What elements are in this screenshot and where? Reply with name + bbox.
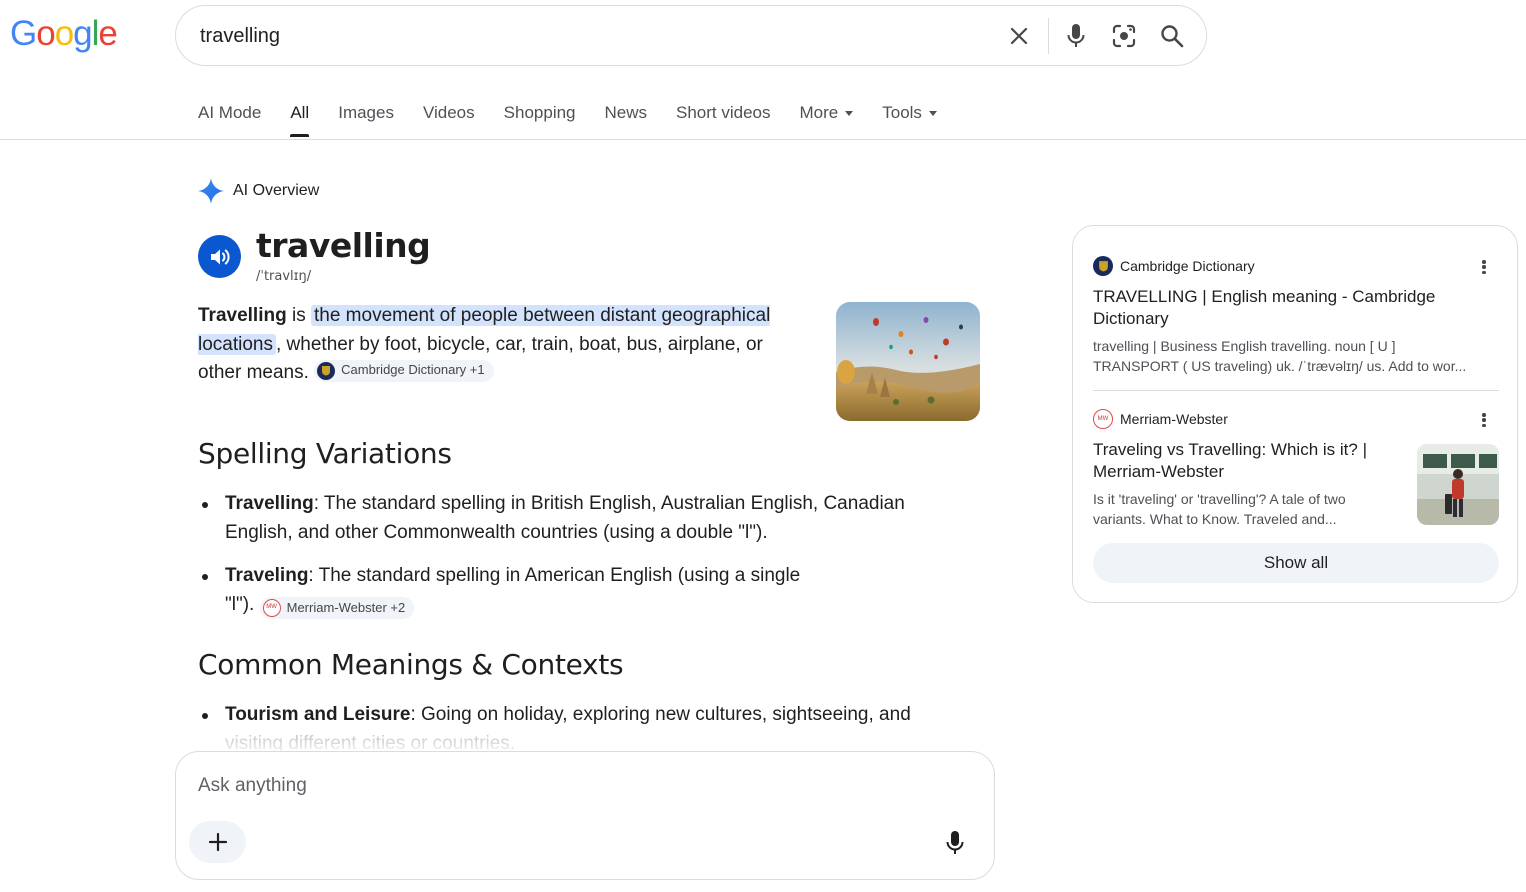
caret-down-icon: [845, 111, 854, 117]
citation-label: Merriam-Webster +2: [286, 600, 406, 615]
list-item-text: : The standard spelling in British Engli…: [225, 493, 905, 543]
list-item: Travelling: The standard spelling in Bri…: [198, 489, 938, 547]
camera-lens-icon[interactable]: [1110, 22, 1138, 50]
ask-input[interactable]: [198, 775, 898, 797]
caret-down-icon: [928, 111, 937, 117]
citation-chip-cambridge[interactable]: Cambridge Dictionary +1: [314, 359, 494, 382]
ask-anything-box: [175, 751, 995, 880]
citation-label: Cambridge Dictionary +1: [341, 362, 485, 378]
logo-letter: e: [98, 14, 117, 53]
tab-short-videos[interactable]: Short videos: [676, 103, 771, 137]
tab-shopping[interactable]: Shopping: [504, 103, 576, 137]
ai-overview-title: AI Overview: [233, 182, 320, 199]
source-snippet: variants. What to Know. Traveled and...: [1093, 511, 1337, 527]
list-item: Tourism and Leisure: Going on holiday, e…: [198, 700, 938, 758]
search-tabs: AI Mode All Images Videos Shopping News …: [198, 103, 966, 137]
search-input[interactable]: [200, 25, 980, 48]
tab-more[interactable]: More: [800, 103, 854, 137]
close-icon[interactable]: [1005, 22, 1033, 50]
source-snippet: TRANSPORT ( US traveling) uk. /ˈtrævəlɪŋ…: [1093, 358, 1467, 374]
logo-letter: l: [91, 14, 100, 53]
tab-videos[interactable]: Videos: [423, 103, 475, 137]
source-title[interactable]: Traveling vs Travelling: Which is it? | …: [1093, 439, 1393, 483]
tab-label: Short videos: [676, 103, 771, 122]
logo-letter: o: [36, 14, 55, 53]
source-site: Cambridge Dictionary: [1120, 258, 1255, 274]
definition-text: is: [286, 305, 311, 326]
airport-thumbnail[interactable]: [1417, 444, 1499, 525]
pronunciation-button[interactable]: [198, 235, 241, 278]
google-logo[interactable]: Google: [10, 14, 118, 54]
source-snippet: Is it 'traveling' or 'travelling'? A tal…: [1093, 491, 1346, 507]
tab-label: Shopping: [503, 103, 576, 122]
list-item: Traveling: The standard spelling in Amer…: [198, 561, 818, 619]
merriam-webster-favicon: MW: [1093, 409, 1113, 429]
more-options-icon[interactable]: [1477, 258, 1491, 276]
search-icon[interactable]: [1158, 22, 1186, 50]
list-item-term: Tourism and Leisure: [225, 704, 411, 725]
speaker-icon: [210, 249, 230, 264]
list-item-term: Traveling: [225, 565, 309, 586]
tab-label: Tools: [882, 103, 922, 122]
cambridge-favicon: [317, 361, 336, 380]
ai-overview-header: AI Overview: [198, 178, 319, 204]
tab-ai-mode[interactable]: AI Mode: [198, 103, 261, 137]
section-title-meanings: Common Meanings & Contexts: [198, 648, 624, 681]
tab-news[interactable]: News: [605, 103, 648, 137]
source-header: Cambridge Dictionary: [1093, 256, 1499, 276]
sources-card: Cambridge Dictionary TRAVELLING | Englis…: [1072, 225, 1518, 603]
tab-label: All: [290, 103, 310, 122]
logo-letter: o: [54, 14, 74, 53]
microphone-icon[interactable]: [1062, 22, 1090, 50]
definition-term: Travelling: [198, 305, 287, 326]
microphone-icon[interactable]: [946, 830, 964, 861]
tab-label: AI Mode: [198, 103, 262, 122]
logo-letter: g: [73, 14, 92, 53]
sources-divider: [1093, 390, 1499, 391]
plus-icon: [208, 832, 227, 852]
source-title[interactable]: TRAVELLING | English meaning - Cambridge…: [1093, 286, 1499, 330]
definition-paragraph: Travelling is the movement of people bet…: [198, 302, 798, 388]
tab-label: Images: [338, 103, 394, 122]
list-item-term: Travelling: [225, 493, 314, 514]
balloons-thumbnail[interactable]: [836, 302, 980, 421]
more-options-icon[interactable]: [1477, 411, 1491, 429]
spelling-list: Travelling: The standard spelling in Bri…: [198, 489, 938, 633]
source-item[interactable]: Cambridge Dictionary TRAVELLING | Englis…: [1093, 256, 1499, 376]
source-header: MW Merriam-Webster: [1093, 409, 1499, 429]
source-site: Merriam-Webster: [1120, 411, 1228, 427]
cambridge-favicon: [1093, 256, 1113, 276]
tab-label: Videos: [422, 103, 475, 122]
search-divider: [1048, 18, 1049, 54]
tab-all[interactable]: All: [290, 103, 309, 137]
tab-label: News: [604, 103, 648, 122]
list-item-text: : Going on holiday, exploring new cultur…: [410, 704, 911, 725]
source-snippet: travelling | Business English travelling…: [1093, 338, 1396, 354]
sparkle-icon: [198, 178, 224, 204]
add-button[interactable]: [189, 821, 246, 863]
search-box: [175, 5, 1207, 66]
logo-letter: G: [10, 14, 37, 53]
tab-images[interactable]: Images: [338, 103, 394, 137]
citation-chip-merriam-webster[interactable]: MW Merriam-Webster +2: [259, 596, 415, 619]
tabs-divider: [0, 139, 1526, 140]
tab-label: More: [799, 103, 839, 122]
phonetic-text: /ˈtravlɪŋ/: [256, 269, 312, 284]
show-all-button[interactable]: Show all: [1093, 543, 1499, 583]
section-title-spelling: Spelling Variations: [198, 437, 452, 470]
dictionary-word: travelling: [256, 226, 431, 265]
merriam-webster-favicon: MW: [262, 598, 281, 617]
tab-tools[interactable]: Tools: [882, 103, 937, 137]
